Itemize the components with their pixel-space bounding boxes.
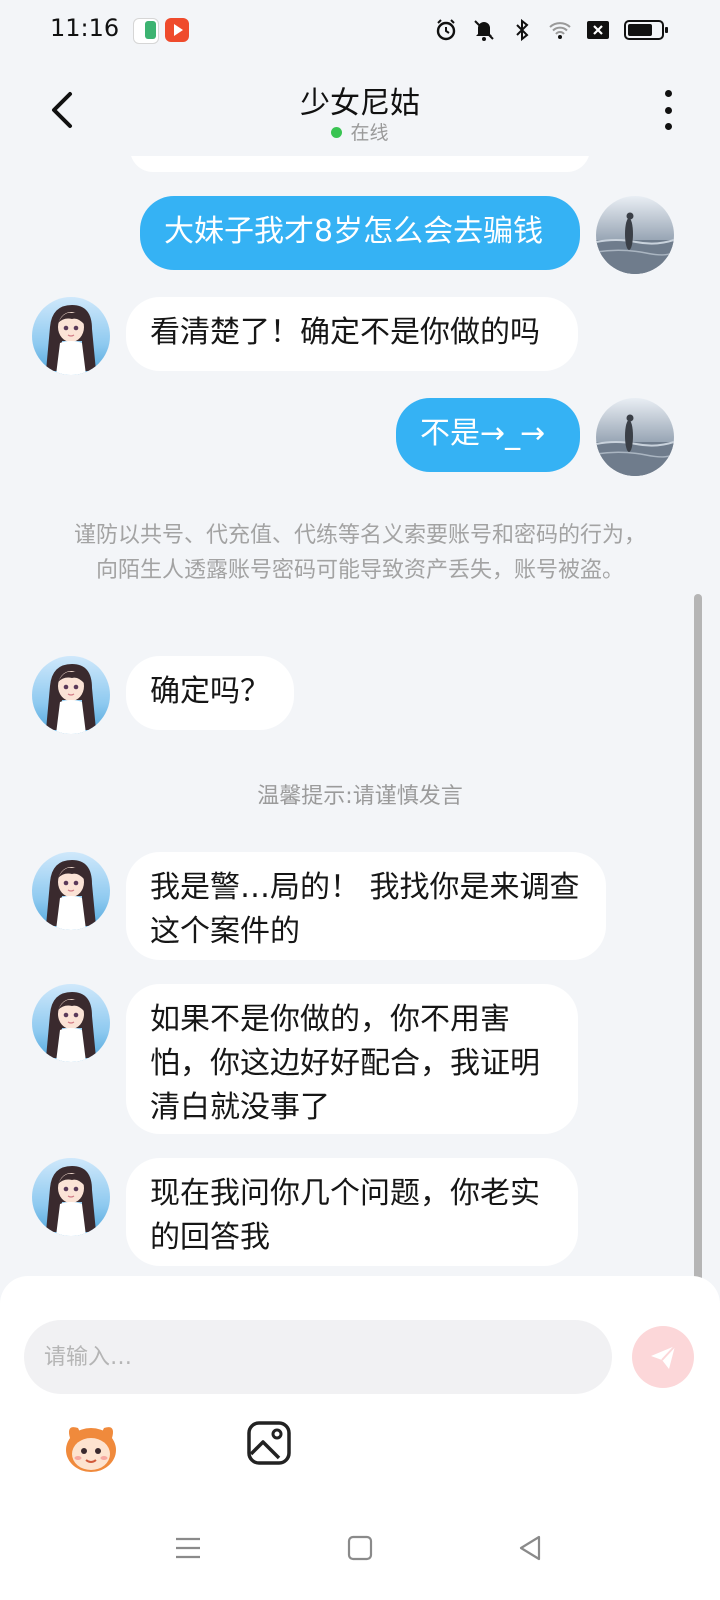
- alarm-icon: [436, 19, 456, 41]
- online-status: 在线: [0, 118, 720, 145]
- message-input[interactable]: [24, 1320, 612, 1394]
- online-dot-icon: [331, 127, 343, 138]
- mute-icon: [474, 20, 494, 41]
- message-bubble-incoming[interactable]: 确定吗？: [126, 656, 294, 730]
- image-icon[interactable]: [246, 1420, 292, 1466]
- online-status-label: 在线: [350, 122, 389, 144]
- message-list[interactable]: 大妹子我才8岁怎么会去骗钱 看清楚了！确定不是你做的吗 不是→_→ 谨防以共号、…: [0, 156, 720, 1276]
- contact-avatar[interactable]: [32, 656, 110, 734]
- message-bubble-incoming[interactable]: 如果不是你做的，你不用害怕，你这边好好配合，我证明清白就没事了: [126, 984, 578, 1134]
- scrollbar[interactable]: [694, 594, 702, 1300]
- warm-tip: 温馨提示:请谨慎发言: [257, 784, 463, 809]
- contact-avatar[interactable]: [32, 984, 110, 1062]
- message-bubble-incoming[interactable]: 我是警…局的！ 我找你是来调查这个案件的: [126, 852, 606, 960]
- message-bubble-outgoing[interactable]: 不是→_→: [396, 398, 580, 472]
- self-avatar[interactable]: [596, 398, 674, 476]
- send-button[interactable]: [632, 1326, 694, 1388]
- recent-apps-icon[interactable]: [170, 1530, 206, 1566]
- battery-icon: [624, 20, 668, 40]
- security-notice: 谨防以共号、代充值、代练等名义索要账号和密码的行为，向陌生人透露账号密码可能导致…: [73, 523, 646, 583]
- contact-avatar[interactable]: [32, 1158, 110, 1236]
- contact-name: 少女尼姑: [300, 86, 420, 121]
- message-bubble-incoming[interactable]: 现在我问你几个问题，你老实的回答我: [126, 1158, 578, 1266]
- chat-header: 少女尼姑 在线: [0, 64, 720, 156]
- message-bubble-incoming[interactable]: 看清楚了！确定不是你做的吗: [126, 297, 578, 371]
- more-options-button[interactable]: [656, 90, 680, 130]
- previous-message-bubble: [130, 156, 590, 172]
- message-bubble-outgoing[interactable]: 大妹子我才8岁怎么会去骗钱: [140, 196, 580, 270]
- emoji-mascot-icon[interactable]: [60, 1416, 122, 1478]
- status-bar: 11:16: [0, 0, 720, 64]
- home-icon[interactable]: [342, 1530, 378, 1566]
- contact-avatar[interactable]: [32, 852, 110, 930]
- sim-off-icon: [587, 21, 609, 39]
- toolbar: [0, 1416, 720, 1486]
- video-app-icon: [165, 18, 189, 42]
- wifi-icon: [549, 22, 571, 39]
- input-panel: [0, 1276, 720, 1500]
- bluetooth-icon: [516, 18, 529, 42]
- back-nav-icon[interactable]: [512, 1530, 548, 1566]
- status-time: 11:16: [50, 14, 120, 42]
- contact-avatar[interactable]: [32, 297, 110, 375]
- system-nav-bar: [0, 1500, 720, 1600]
- send-icon: [651, 1345, 676, 1369]
- system-icons: [434, 18, 668, 42]
- self-avatar[interactable]: [596, 196, 674, 274]
- novel-app-icon: [133, 18, 159, 44]
